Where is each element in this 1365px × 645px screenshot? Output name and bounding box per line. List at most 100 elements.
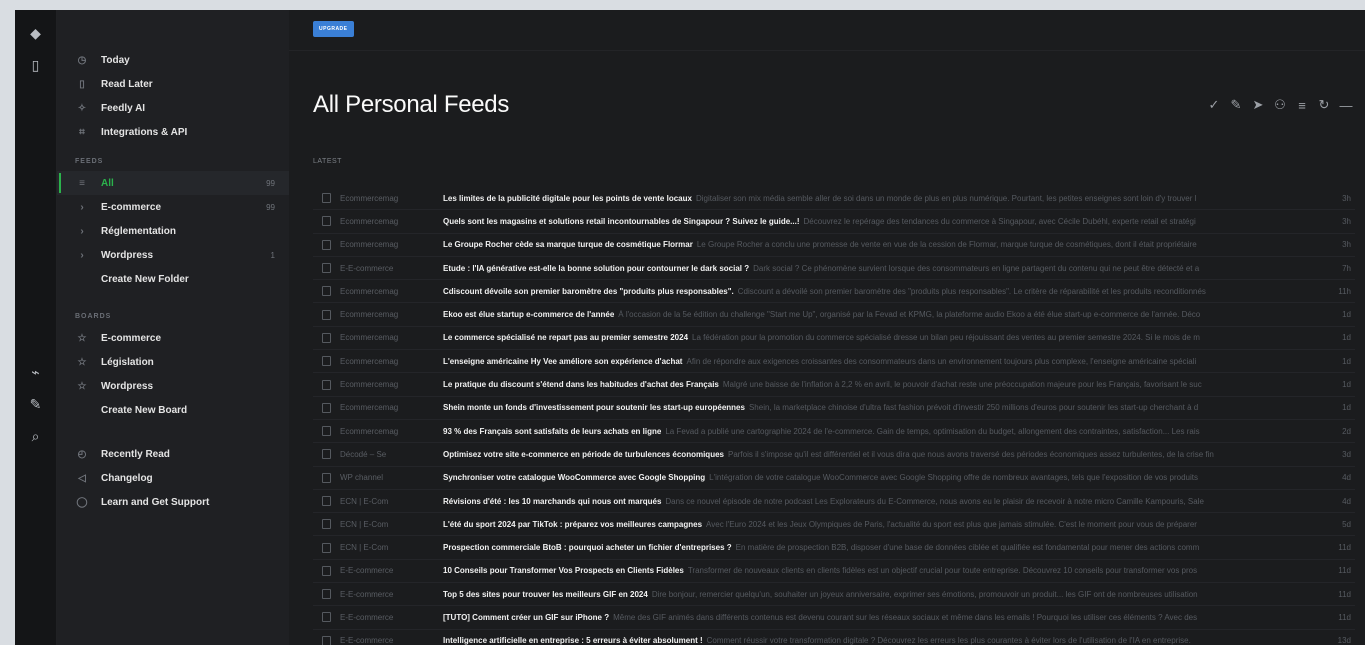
more-options-icon[interactable]: — (1337, 96, 1355, 114)
article-row[interactable]: Ecommercemag Le commerce spécialisé ne re… (313, 327, 1355, 351)
article-row[interactable]: E-E-commerce Etude : l'IA générative est-… (313, 257, 1355, 281)
article-row[interactable]: Ecommercemag Le pratique du discount s'ét… (313, 373, 1355, 397)
article-row[interactable]: WP channel Synchroniser votre catalogue W… (313, 467, 1355, 490)
article-row[interactable]: Ecommercemag Cdiscount dévoile son premie… (313, 280, 1355, 304)
article-title[interactable]: [TUTO] Comment créer un GIF sur iPhone ? (443, 613, 609, 622)
article-title[interactable]: L'été du sport 2024 par TikTok : prépare… (443, 520, 702, 529)
article-text[interactable]: Etude : l'IA générative est-elle la bonn… (443, 264, 1331, 273)
article-text[interactable]: Synchroniser votre catalogue WooCommerce… (443, 473, 1331, 482)
bookmark-checkbox[interactable] (322, 519, 331, 530)
article-title[interactable]: Optimisez votre site e-commerce en pério… (443, 450, 724, 459)
article-text[interactable]: Top 5 des sites pour trouver les meilleu… (443, 590, 1331, 599)
board-item-e-commerce[interactable]: ☆ E-commerce (57, 326, 289, 350)
article-title[interactable]: Le Groupe Rocher cède sa marque turque d… (443, 240, 693, 249)
article-title[interactable]: Le pratique du discount s'étend dans les… (443, 380, 719, 389)
bookmark-checkbox[interactable] (322, 542, 331, 553)
article-row[interactable]: Ecommercemag L'enseigne américaine Hy Vee… (313, 350, 1355, 374)
article-title[interactable]: Etude : l'IA générative est-elle la bonn… (443, 264, 749, 273)
article-text[interactable]: Optimisez votre site e-commerce en pério… (443, 450, 1331, 459)
article-title[interactable]: Top 5 des sites pour trouver les meilleu… (443, 590, 648, 599)
feedly-logo-icon[interactable]: ◆ (27, 24, 45, 42)
ai-assist-icon[interactable]: ⚇ (1271, 96, 1289, 114)
sidebar-item-wordpress[interactable]: › Wordpress 1 (57, 243, 289, 267)
article-title[interactable]: L'enseigne américaine Hy Vee améliore so… (443, 357, 682, 366)
bookmark-checkbox[interactable] (322, 635, 331, 645)
article-row[interactable]: Ecommercemag Le Groupe Rocher cède sa mar… (313, 234, 1355, 257)
article-text[interactable]: Intelligence artificielle en entreprise … (443, 636, 1331, 645)
layout-list-icon[interactable]: ≡ (1293, 96, 1311, 114)
article-row[interactable]: ECN | E-Com Révisions d'été : les 10 marc… (313, 490, 1355, 514)
article-row[interactable]: Ecommercemag Les limites de la publicité … (313, 187, 1355, 211)
article-row[interactable]: E-E-commerce [TUTO] Comment créer un GIF … (313, 606, 1355, 630)
article-row[interactable]: Décodé – Se Optimisez votre site e-commer… (313, 443, 1355, 467)
bookmark-checkbox[interactable] (322, 449, 331, 460)
bookmark-checkbox[interactable] (322, 589, 331, 600)
sidebar-item-all[interactable]: ≡ All 99 (57, 171, 289, 195)
chevron-right-icon[interactable]: › (75, 224, 89, 238)
sidebar-item-read-later[interactable]: ▯ Read Later (57, 72, 289, 96)
article-text[interactable]: 10 Conseils pour Transformer Vos Prospec… (443, 566, 1331, 575)
article-title[interactable]: Synchroniser votre catalogue WooCommerce… (443, 473, 705, 482)
article-text[interactable]: Prospection commerciale BtoB : pourquoi … (443, 543, 1331, 552)
refresh-icon[interactable]: ↻ (1315, 96, 1333, 114)
article-text[interactable]: Quels sont les magasins et solutions ret… (443, 217, 1331, 226)
article-text[interactable]: L'enseigne américaine Hy Vee améliore so… (443, 357, 1331, 366)
sidebar-item-recently-read[interactable]: ◴ Recently Read (57, 442, 289, 466)
article-text[interactable]: [TUTO] Comment créer un GIF sur iPhone ?… (443, 613, 1331, 622)
article-title[interactable]: 93 % des Français sont satisfaits de leu… (443, 427, 661, 436)
article-text[interactable]: 93 % des Français sont satisfaits de leu… (443, 427, 1331, 436)
bookmark-checkbox[interactable] (322, 612, 331, 623)
bookmark-checkbox[interactable] (322, 309, 331, 320)
bookmark-checkbox[interactable] (322, 496, 331, 506)
sidebar-item-support[interactable]: ◯ Learn and Get Support (57, 490, 289, 514)
edit-feed-icon[interactable]: ✎ (1227, 96, 1245, 114)
chevron-right-icon[interactable]: › (75, 200, 89, 214)
bookmark-checkbox[interactable] (322, 193, 331, 204)
article-title[interactable]: Révisions d'été : les 10 marchands qui n… (443, 497, 661, 506)
article-title[interactable]: Le commerce spécialisé ne repart pas au … (443, 333, 688, 342)
sidebar-item-feedly-ai[interactable]: ✧ Feedly AI (57, 96, 289, 120)
sidebar-item-changelog[interactable]: ◁ Changelog (57, 466, 289, 490)
bookmark-checkbox[interactable] (322, 472, 331, 483)
bookmark-checkbox[interactable] (322, 402, 331, 413)
create-board-link[interactable]: Create New Board (57, 398, 289, 422)
article-title[interactable]: Ekoo est élue startup e-commerce de l'an… (443, 310, 614, 319)
share-icon[interactable]: ➤ (1249, 96, 1267, 114)
article-title[interactable]: Shein monte un fonds d'investissement po… (443, 403, 745, 412)
sidebar-item-e-commerce[interactable]: › E-commerce 99 (57, 195, 289, 219)
article-text[interactable]: Shein monte un fonds d'investissement po… (443, 403, 1331, 412)
bookmark-checkbox[interactable] (322, 332, 331, 343)
sidebar-item-today[interactable]: ◷ Today (57, 48, 289, 72)
article-row[interactable]: Ecommercemag Ekoo est élue startup e-comm… (313, 303, 1355, 327)
article-text[interactable]: Le commerce spécialisé ne repart pas au … (443, 333, 1331, 342)
create-folder-link[interactable]: Create New Folder (57, 267, 289, 291)
article-row[interactable]: Ecommercemag 93 % des Français sont satis… (313, 420, 1355, 444)
article-title[interactable]: Prospection commerciale BtoB : pourquoi … (443, 543, 732, 552)
board-item-wordpress[interactable]: ☆ Wordpress (57, 374, 289, 398)
article-row[interactable]: E-E-commerce Intelligence artificielle en… (313, 630, 1355, 645)
article-text[interactable]: Ekoo est élue startup e-commerce de l'an… (443, 310, 1331, 319)
article-title[interactable]: Intelligence artificielle en entreprise … (443, 636, 703, 645)
upgrade-button[interactable]: UPGRADE (313, 21, 354, 37)
chevron-right-icon[interactable]: › (75, 248, 89, 262)
bookmark-checkbox[interactable] (322, 565, 331, 576)
board-item-legislation[interactable]: ☆ Législation (57, 350, 289, 374)
article-title[interactable]: 10 Conseils pour Transformer Vos Prospec… (443, 566, 684, 575)
article-row[interactable]: ECN | E-Com Prospection commerciale BtoB … (313, 536, 1355, 560)
search-icon[interactable]: ⌕ (27, 427, 45, 445)
article-row[interactable]: ECN | E-Com L'été du sport 2024 par TikTo… (313, 513, 1355, 537)
article-text[interactable]: Révisions d'été : les 10 marchands qui n… (443, 497, 1331, 506)
bookmark-checkbox[interactable] (322, 426, 331, 437)
article-row[interactable]: E-E-commerce Top 5 des sites pour trouver… (313, 583, 1355, 607)
article-title[interactable]: Cdiscount dévoile son premier baromètre … (443, 287, 734, 296)
article-row[interactable]: Ecommercemag Quels sont les magasins et s… (313, 210, 1355, 234)
sidebar-toggle-icon[interactable]: ▯ (27, 56, 45, 74)
article-text[interactable]: L'été du sport 2024 par TikTok : prépare… (443, 520, 1331, 529)
bookmark-checkbox[interactable] (322, 216, 331, 227)
sidebar-item-reglementation[interactable]: › Réglementation (57, 219, 289, 243)
article-text[interactable]: Le pratique du discount s'étend dans les… (443, 380, 1331, 389)
article-text[interactable]: Cdiscount dévoile son premier baromètre … (443, 287, 1331, 296)
article-row[interactable]: E-E-commerce 10 Conseils pour Transformer… (313, 560, 1355, 584)
bookmark-checkbox[interactable] (322, 356, 331, 367)
sidebar-item-integrations[interactable]: ⌗ Integrations & API (57, 120, 289, 144)
